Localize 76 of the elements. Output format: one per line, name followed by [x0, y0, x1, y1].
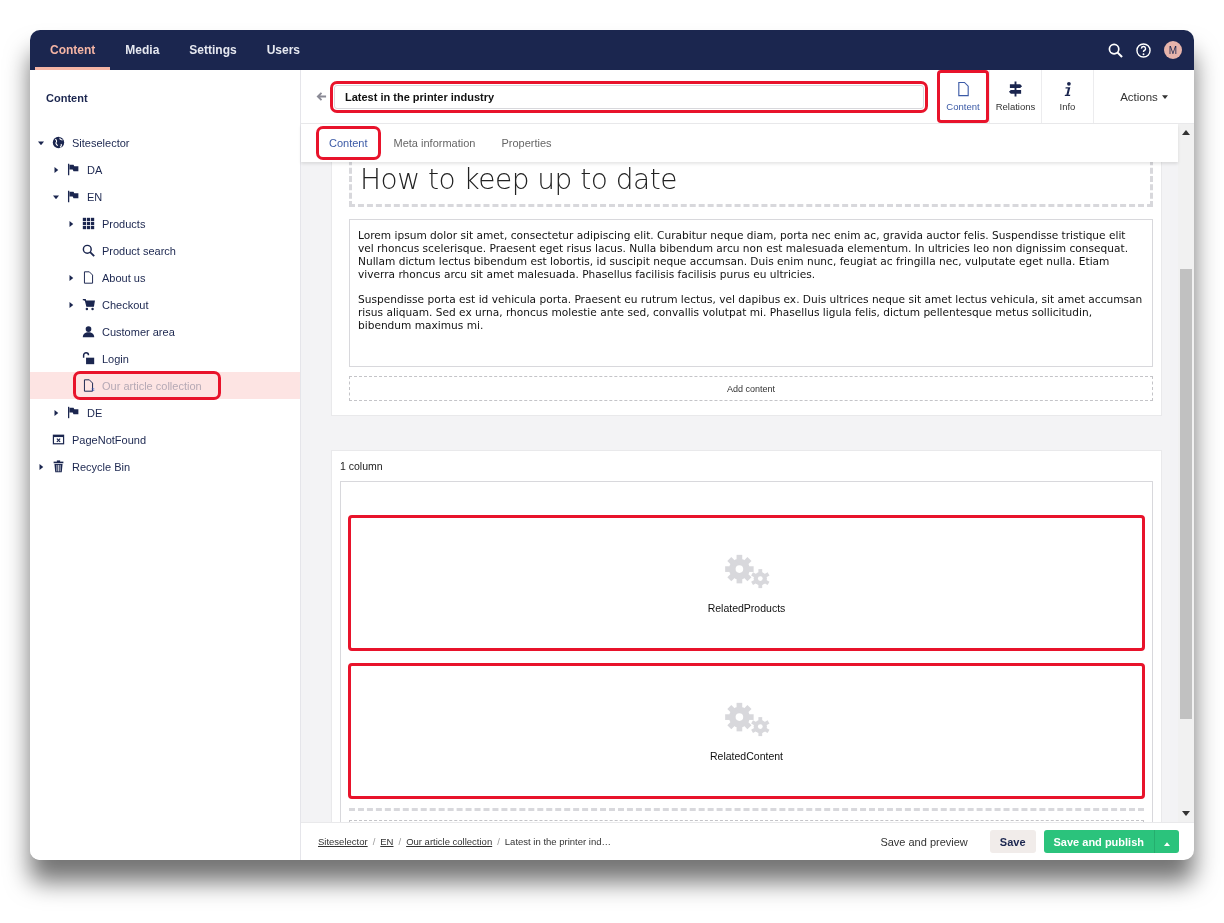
- tree-item[interactable]: Products: [80, 212, 150, 235]
- sidebar-title: Content: [45, 91, 89, 106]
- user-avatar[interactable]: M: [1164, 41, 1182, 59]
- app-tab[interactable]: Info: [1041, 70, 1093, 123]
- document-icon: [82, 271, 95, 284]
- caret-icon: [1164, 841, 1170, 846]
- heading-text: How to keep up to date: [360, 162, 677, 196]
- tree-item[interactable]: PageNotFound: [50, 428, 150, 451]
- window-icon: [52, 433, 65, 446]
- nav-tab[interactable]: Media: [110, 30, 175, 70]
- block-name: RelatedProducts: [707, 602, 786, 614]
- breadcrumb-separator: /: [497, 836, 500, 847]
- caret-icon: [1161, 94, 1168, 99]
- user-icon: [82, 325, 95, 338]
- tree-item[interactable]: Siteselector: [50, 131, 134, 154]
- flag-icon: [67, 406, 80, 419]
- signpost-icon: [1008, 81, 1023, 97]
- scrollbar[interactable]: [1178, 124, 1194, 822]
- caret-icon[interactable]: [53, 193, 59, 200]
- section-title: 1 column: [340, 459, 384, 474]
- flag-icon: [67, 163, 80, 176]
- nav-tab[interactable]: Settings: [174, 30, 252, 70]
- content-tab[interactable]: Content: [319, 129, 378, 157]
- breadcrumb-separator: /: [372, 836, 376, 847]
- actions-dropdown[interactable]: Actions: [1093, 70, 1194, 123]
- tree-item[interactable]: DE: [65, 401, 107, 424]
- breadcrumb-link[interactable]: Siteselector: [318, 836, 368, 847]
- flag-icon: [67, 190, 80, 203]
- paragraph: Suspendisse porta est id vehicula porta. Praesent eu rutrum lectus, vel dapibus ex. Duis ultrices neque sit amet lectus vehicula, sit amet accumsan risus aliquam. Sed ex urna, rhoncus molestie ante sed, convallis volutpat mi. Phasellus ligula felis, dictum pellentesque metus sollicitudin, bibendum maximus mi.: [358, 293, 1144, 332]
- caret-icon[interactable]: [53, 166, 59, 173]
- caret-icon[interactable]: [68, 274, 74, 281]
- nav-tab[interactable]: Users: [251, 30, 316, 70]
- caret-icon[interactable]: [38, 463, 44, 470]
- tree-item[interactable]: Checkout: [80, 293, 153, 316]
- macro-block[interactable]: RelatedContent: [349, 664, 1144, 798]
- app-tab[interactable]: Relations: [989, 70, 1041, 123]
- breadcrumb-separator: /: [398, 836, 402, 847]
- caret-icon[interactable]: [53, 409, 59, 416]
- tree-item[interactable]: About us: [80, 266, 150, 289]
- content-tab[interactable]: Meta information: [383, 129, 486, 157]
- help-icon[interactable]: [1136, 42, 1151, 58]
- heading-block[interactable]: How to keep up to date: [349, 162, 1153, 207]
- add-content-button[interactable]: Add content: [349, 376, 1153, 401]
- block-name: RelatedContent: [710, 750, 783, 762]
- tree-item[interactable]: Customer area: [80, 320, 179, 343]
- save-button[interactable]: Save: [989, 830, 1036, 853]
- tree-item[interactable]: Login: [80, 347, 133, 370]
- caret-icon[interactable]: [68, 220, 74, 227]
- trash-icon: [52, 460, 65, 473]
- search-icon[interactable]: [1108, 42, 1123, 58]
- rich-text-editor[interactable]: [349, 219, 1153, 367]
- tree-item[interactable]: Product search: [80, 239, 180, 262]
- breadcrumb-link[interactable]: EN: [380, 836, 394, 847]
- search-icon: [82, 244, 95, 257]
- tree-item[interactable]: Recycle Bin: [50, 455, 135, 478]
- macro-block[interactable]: RelatedProducts: [349, 516, 1144, 650]
- back-arrow-icon[interactable]: [316, 91, 327, 102]
- caret-icon[interactable]: [38, 139, 44, 146]
- globe-icon: [52, 136, 65, 149]
- paragraph: Lorem ipsum dolor sit amet, consectetur adipiscing elit. Curabitur neque diam, porta nec enim ac, gravida auctor felis. Suspendisse tristique elit vel rhoncus scelerisque. Praesent eget risus lacus. Nulla bibendum arcu non est malesuada elementum. In ultricies leo non dignissim consequat. Nullam dictum lectus bibendum est lobortis, id suscipit neque accumsan. Duis enim nunc, feugiat ac fringilla nec, vulputate eget nulla. Etiam viverra rhoncus arcu sit amet malesuada. Phasellus facilisis facilisis purus eu ultricies.: [358, 229, 1130, 281]
- content-tab[interactable]: Properties: [491, 129, 562, 157]
- scroll-up-icon[interactable]: [1182, 130, 1190, 135]
- padlock-icon: [82, 352, 95, 365]
- cart-icon: [82, 298, 95, 311]
- tree-item[interactable]: EN: [65, 185, 107, 208]
- nav-tab[interactable]: Content: [35, 30, 111, 70]
- tree-item[interactable]: DA: [65, 158, 107, 181]
- breadcrumb-current: Latest in the printer ind…: [504, 836, 611, 847]
- scroll-down-icon[interactable]: [1182, 811, 1190, 816]
- document-icon: [955, 81, 971, 97]
- caret-icon[interactable]: [68, 301, 74, 308]
- document-icon: [82, 379, 95, 392]
- breadcrumb-link[interactable]: Our article collection: [406, 836, 493, 847]
- save-preview-button[interactable]: Save and preview: [870, 830, 978, 853]
- grid-icon: [82, 217, 95, 230]
- app-tab[interactable]: Content: [937, 70, 989, 123]
